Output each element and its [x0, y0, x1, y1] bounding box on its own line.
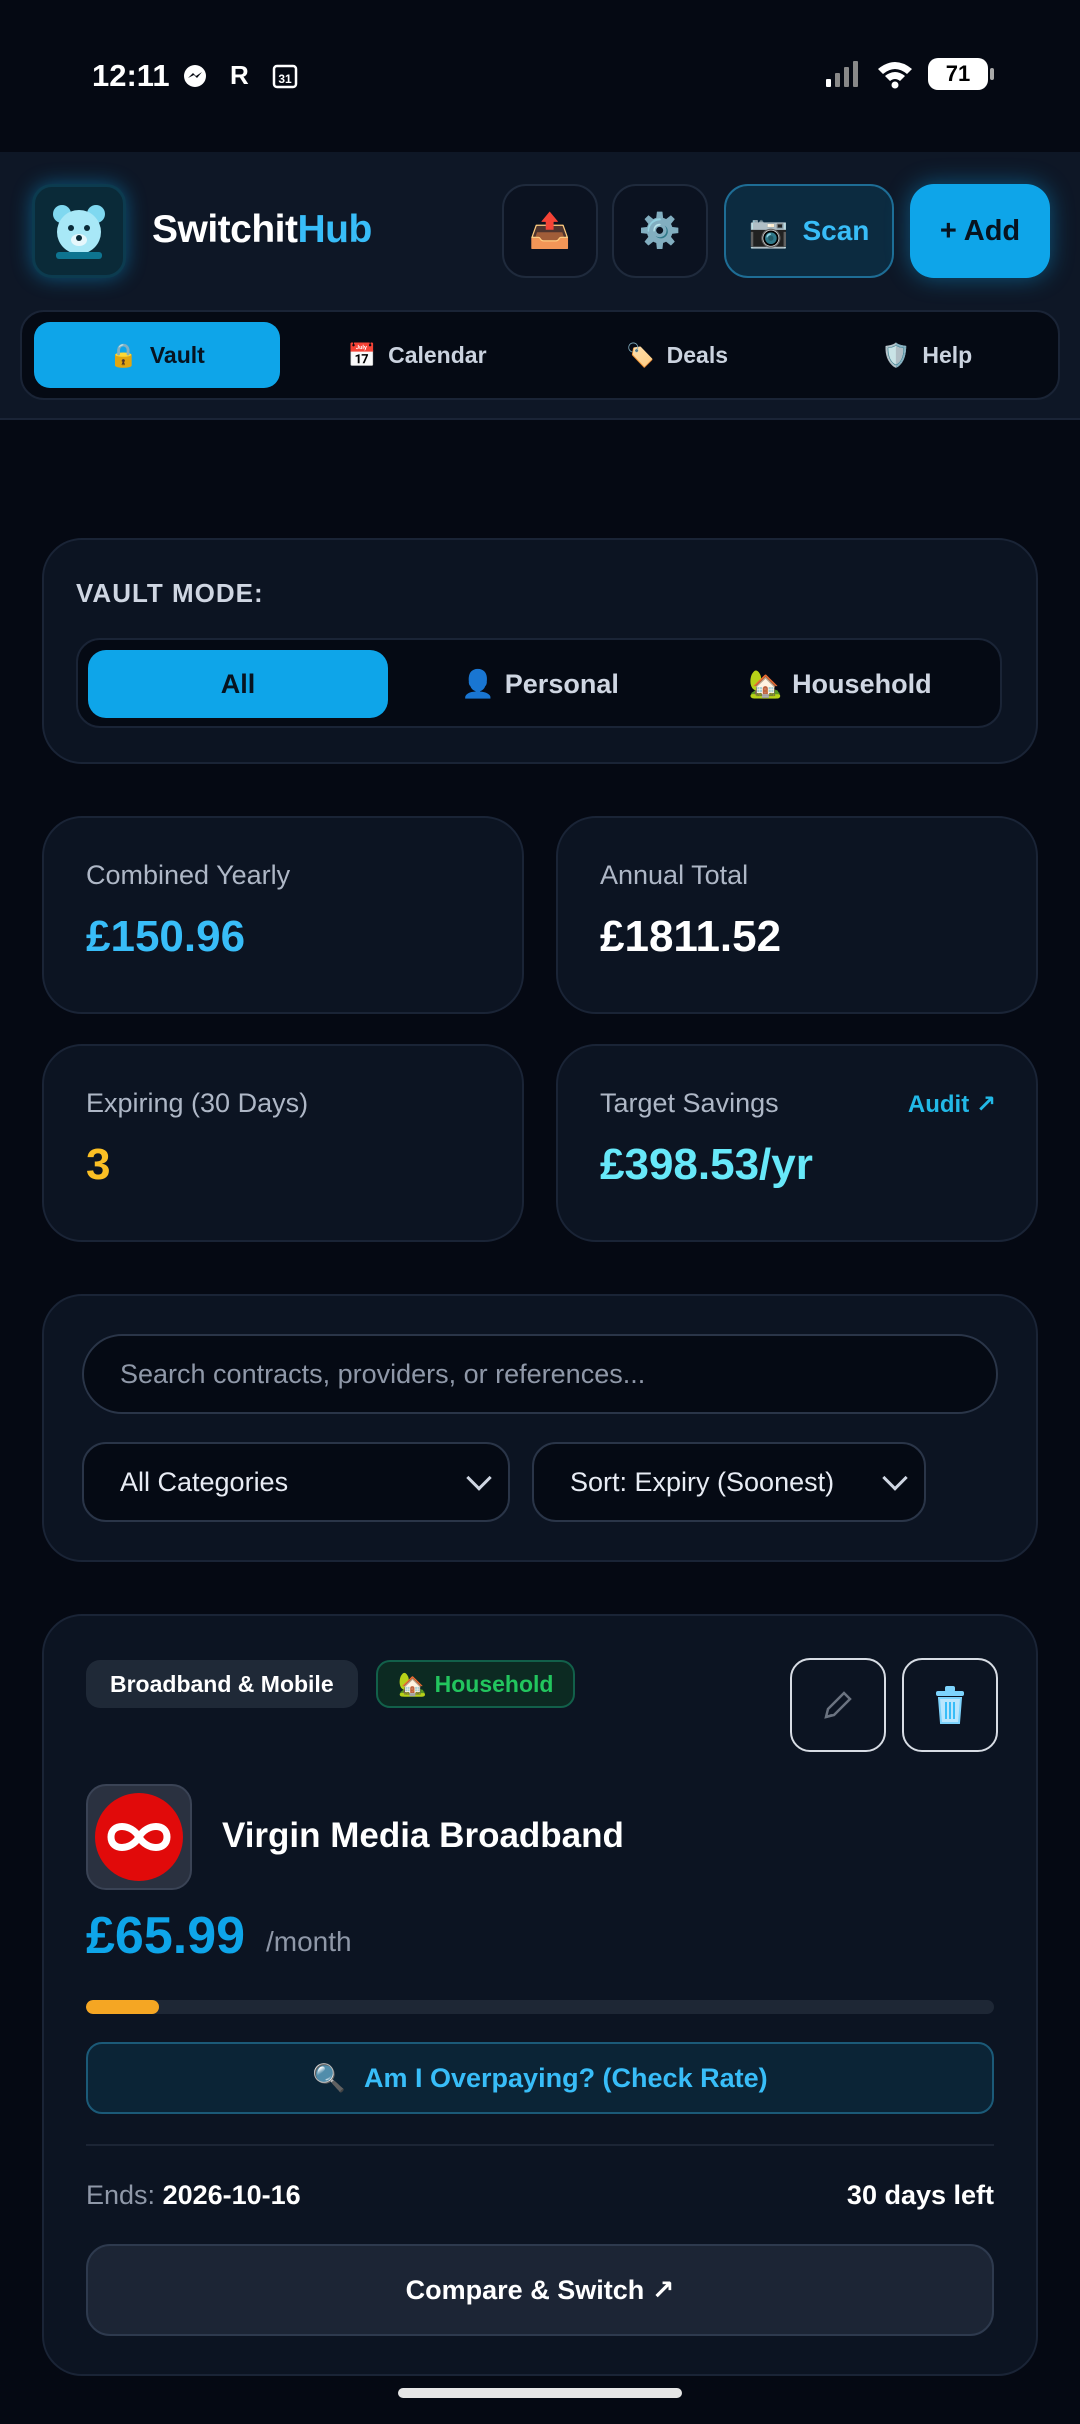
app-title-part1: Switchit: [152, 208, 298, 251]
stat-label: Combined Yearly: [86, 860, 291, 890]
stat-expiring: Expiring (30 Days) 3: [42, 1044, 524, 1242]
tab-deals[interactable]: 🏷️ Deals: [554, 322, 800, 388]
vault-mode-selector: All 👤 Personal 🏡 Household: [76, 638, 1002, 728]
stat-label: Expiring (30 Days): [86, 1088, 309, 1118]
settings-button[interactable]: ⚙️: [612, 184, 708, 278]
stat-value: £150.96: [86, 912, 246, 961]
stat-value: £1811.52: [600, 912, 782, 961]
main-tabs: 🔒 Vault 📅 Calendar 🏷️ Deals 🛡️ Help: [20, 310, 1060, 400]
audit-link[interactable]: Audit ↗: [908, 1090, 996, 1119]
ends-label: Ends:: [86, 2180, 156, 2210]
contract-price: £65.99: [86, 1907, 246, 1965]
contract-end: Ends: 2026-10-16: [86, 2180, 301, 2211]
shield-icon: 🛡️: [881, 341, 911, 368]
stat-label: Target Savings: [600, 1088, 779, 1118]
stat-value: 3: [86, 1140, 111, 1189]
status-bar: 12:11 R 31 71: [0, 0, 1080, 152]
app-title-part2: Hub: [297, 208, 373, 251]
chevron-down-icon: [882, 1465, 908, 1491]
divider: [86, 2144, 994, 2146]
trash-icon: [936, 1686, 964, 1724]
bear-logo-icon: [53, 205, 105, 259]
compare-switch-button[interactable]: Compare & Switch ↗: [86, 2244, 994, 2336]
export-button[interactable]: 📤: [502, 184, 598, 278]
app-logo[interactable]: [32, 184, 126, 278]
stat-value: £398.53/yr: [600, 1140, 813, 1189]
progress-fill: [86, 2000, 159, 2014]
days-left: 30 days left: [846, 2180, 994, 2210]
household-pill: 🏡 Household: [376, 1660, 576, 1708]
tab-calendar[interactable]: 📅 Calendar: [294, 322, 540, 388]
app-header: SwitchitHub 📤 ⚙️ 📷 Scan + Add 🔒 Vault 📅 …: [0, 152, 1080, 420]
vault-mode-card: VAULT MODE: All 👤 Personal 🏡 Household: [42, 538, 1038, 764]
svg-text:31: 31: [278, 72, 292, 86]
person-icon: 👤: [461, 669, 495, 699]
filter-card: All Categories Sort: Expiry (Soonest): [42, 1294, 1038, 1562]
house-icon: 🏡: [748, 669, 783, 699]
scan-button[interactable]: 📷 Scan: [724, 184, 894, 278]
pencil-icon: [824, 1691, 852, 1719]
wifi-icon: [878, 62, 912, 89]
lock-icon: 🔒: [109, 341, 138, 368]
stat-label: Annual Total: [600, 860, 749, 890]
stat-combined-yearly: Combined Yearly £150.96: [42, 816, 524, 1014]
gear-icon: ⚙️: [638, 212, 682, 250]
sort-select[interactable]: Sort: Expiry (Soonest): [532, 1442, 926, 1522]
category-select[interactable]: All Categories: [82, 1442, 510, 1522]
tab-label: Help: [922, 341, 973, 368]
add-button[interactable]: + Add: [910, 184, 1050, 278]
stat-target-savings: Target Savings Audit ↗ £398.53/yr: [556, 1044, 1038, 1242]
r-app-icon: R: [230, 60, 249, 90]
chevron-down-icon: [466, 1465, 492, 1491]
status-system-icons: 71: [824, 58, 994, 90]
vault-mode-label: VAULT MODE:: [76, 578, 264, 608]
mode-label: Household: [792, 668, 932, 699]
tab-vault[interactable]: 🔒 Vault: [34, 322, 280, 388]
check-rate-button[interactable]: 🔍 Am I Overpaying? (Check Rate): [86, 2042, 994, 2114]
virgin-media-logo-icon: [95, 1793, 183, 1881]
search-input[interactable]: [82, 1334, 998, 1414]
scan-label: Scan: [802, 215, 870, 246]
delete-button[interactable]: [902, 1658, 998, 1752]
battery-icon: 71: [928, 58, 994, 90]
category-pill: Broadband & Mobile: [86, 1660, 358, 1708]
tab-label: Calendar: [388, 341, 487, 368]
price-period: /month: [266, 1926, 352, 1957]
edit-button[interactable]: [790, 1658, 886, 1752]
camera-icon: 📷: [748, 213, 789, 249]
status-time: 12:11: [92, 58, 170, 93]
household-pill-label: Household: [434, 1670, 554, 1697]
tab-label: Deals: [666, 341, 728, 368]
mode-label: Personal: [504, 668, 619, 699]
sort-select-value: Sort: Expiry (Soonest): [570, 1466, 835, 1497]
tag-icon: 🏷️: [625, 341, 655, 368]
status-notification-icons: R 31: [182, 60, 299, 91]
category-select-value: All Categories: [120, 1466, 289, 1497]
house-icon: 🏡: [398, 1670, 427, 1697]
contract-progress-bar: [86, 2000, 994, 2014]
outbox-icon: 📤: [528, 212, 572, 250]
home-indicator[interactable]: [398, 2388, 682, 2398]
magnifier-icon: 🔍: [312, 2063, 346, 2093]
ends-date: 2026-10-16: [162, 2180, 301, 2210]
contract-card: Broadband & Mobile 🏡 Household Virgin Me…: [42, 1614, 1038, 2376]
tab-help[interactable]: 🛡️ Help: [804, 322, 1050, 388]
mode-all[interactable]: All: [88, 650, 388, 718]
messenger-icon: [184, 64, 206, 87]
mode-personal[interactable]: 👤 Personal: [390, 650, 690, 718]
check-rate-label: Am I Overpaying? (Check Rate): [364, 2062, 768, 2093]
provider-logo: [86, 1784, 192, 1890]
signal-icon: [826, 61, 858, 87]
stat-annual-total: Annual Total £1811.52: [556, 816, 1038, 1014]
calendar-icon: 📅: [347, 341, 377, 368]
calendar-notification-icon: 31: [272, 64, 298, 88]
tab-label: Vault: [149, 341, 205, 368]
provider-name: Virgin Media Broadband: [222, 1816, 624, 1855]
mode-household[interactable]: 🏡 Household: [690, 650, 990, 718]
mode-label: All: [220, 668, 256, 699]
app-title: SwitchitHub: [152, 208, 372, 252]
